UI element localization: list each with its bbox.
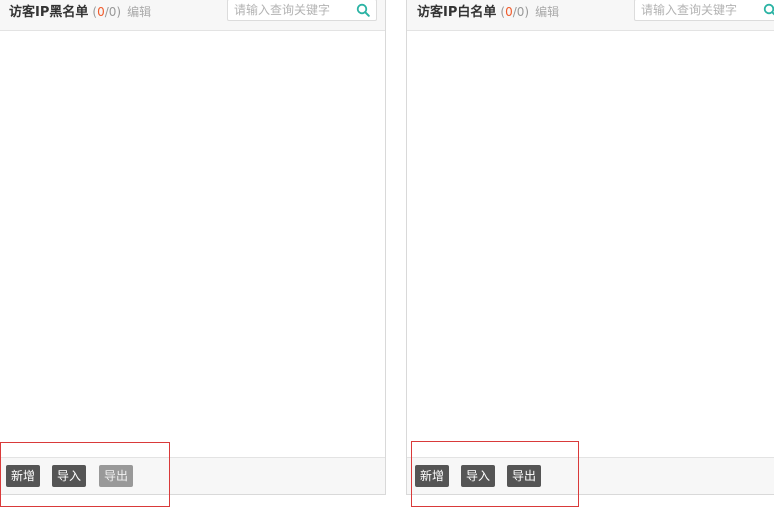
whitelist-import-button[interactable]: 导入 xyxy=(461,465,496,487)
whitelist-header: 访客IP白名单 (0/0) 编辑 xyxy=(407,0,774,31)
whitelist-title: 访客IP白名单 xyxy=(417,5,497,20)
whitelist-title-row: 访客IP白名单 (0/0) 编辑 xyxy=(417,3,559,22)
ip-list-settings: 访客IP黑名单(0/0)编辑 新增 导入 导出 访客IP白名单(0/0)编辑 xyxy=(0,0,774,515)
blacklist-export-button[interactable]: 导出 xyxy=(99,465,134,487)
whitelist-footer: 新增 导入 导出 xyxy=(407,457,774,494)
whitelist-count-current: 0 xyxy=(505,5,513,19)
blacklist-title-row: 访客IP黑名单 (0/0) 编辑 xyxy=(9,3,151,22)
blacklist-header: 访客IP黑名单 (0/0) 编辑 xyxy=(0,0,385,31)
blacklist-panel: 访客IP黑名单(0/0) 编辑 新增 导入 导出 xyxy=(0,0,386,495)
whitelist-count: (0/0) xyxy=(500,5,530,19)
whitelist-search-input[interactable] xyxy=(635,0,755,20)
whitelist-search-box xyxy=(634,0,774,21)
blacklist-footer: 新增 导入 导出 xyxy=(0,457,385,494)
blacklist-add-button[interactable]: 新增 xyxy=(6,465,41,487)
blacklist-import-button[interactable]: 导入 xyxy=(52,465,87,487)
search-icon[interactable] xyxy=(763,3,774,17)
blacklist-search-box xyxy=(227,0,377,21)
blacklist-search-input[interactable] xyxy=(228,0,348,20)
blacklist-count-current: 0 xyxy=(97,5,105,19)
blacklist-count: (0/0) xyxy=(92,5,122,19)
search-icon[interactable] xyxy=(356,3,370,17)
blacklist-edit-link[interactable]: 编辑 xyxy=(127,5,151,19)
whitelist-panel: 访客IP白名单(0/0) 编辑 新增 导入 导出 xyxy=(406,0,774,495)
blacklist-title: 访客IP黑名单 xyxy=(9,5,89,20)
whitelist-add-button[interactable]: 新增 xyxy=(415,465,450,487)
whitelist-export-button[interactable]: 导出 xyxy=(507,465,542,487)
whitelist-edit-link[interactable]: 编辑 xyxy=(535,5,559,19)
